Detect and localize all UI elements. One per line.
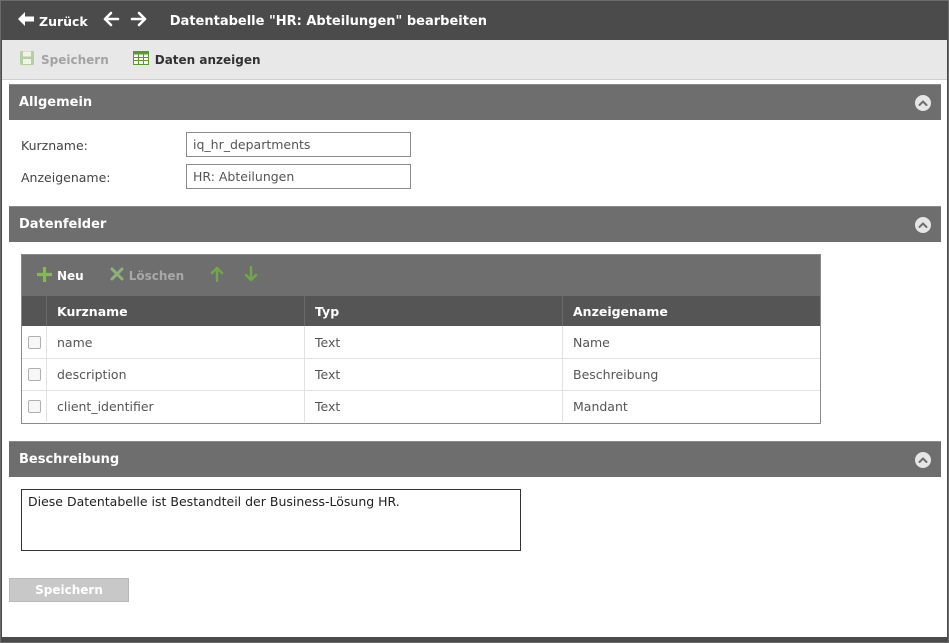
section-title: Beschreibung <box>19 452 120 467</box>
x-icon <box>110 267 124 284</box>
move-down-button[interactable] <box>244 265 258 286</box>
title-bar: Zurück Datentabelle "HR: Abteilungen" be… <box>2 2 947 40</box>
arrow-left-icon <box>17 11 35 31</box>
table-row[interactable]: client_identifier Text Mandant <box>22 390 820 422</box>
collapse-icon[interactable] <box>915 217 931 233</box>
cell-shortname: client_identifier <box>46 391 304 422</box>
section-header-datafields[interactable]: Datenfelder <box>9 206 941 242</box>
column-header-shortname[interactable]: Kurzname <box>46 296 304 326</box>
datafields-grid: Neu Löschen Kurzname Typ Anzeigename nam… <box>21 254 821 424</box>
new-button[interactable]: Neu <box>36 265 84 285</box>
displayname-label: Anzeigename: <box>21 170 111 185</box>
section-header-general[interactable]: Allgemein <box>9 84 941 120</box>
collapse-icon[interactable] <box>915 452 931 468</box>
plus-icon <box>36 265 53 285</box>
back-button[interactable]: Zurück <box>17 11 88 31</box>
cell-shortname: description <box>46 359 304 390</box>
cell-type: Text <box>304 391 562 422</box>
column-header-displayname[interactable]: Anzeigename <box>562 296 820 326</box>
collapse-icon[interactable] <box>915 95 931 111</box>
arrow-down-icon <box>244 265 258 286</box>
displayname-input[interactable] <box>186 164 411 189</box>
history-forward-button[interactable] <box>130 11 148 31</box>
section-title: Allgemein <box>19 95 93 110</box>
save-button[interactable]: Speichern <box>19 50 109 69</box>
move-up-button[interactable] <box>210 266 224 286</box>
row-checkbox[interactable] <box>27 368 41 381</box>
table-row[interactable]: name Text Name <box>22 326 820 358</box>
history-back-button[interactable] <box>102 11 120 31</box>
show-data-button[interactable]: Daten anzeigen <box>132 50 261 69</box>
section-title: Datenfelder <box>19 217 107 232</box>
new-label: Neu <box>57 268 84 283</box>
row-checkbox[interactable] <box>27 335 41 349</box>
content-area: Allgemein Kurzname: Anzeigename: Datenfe… <box>2 80 947 637</box>
header-checkbox-cell <box>22 296 46 326</box>
delete-button[interactable]: Löschen <box>110 267 184 284</box>
main-toolbar: Speichern Daten anzeigen <box>2 40 947 80</box>
row-checkbox[interactable] <box>27 400 41 413</box>
arrow-left-icon <box>102 11 120 31</box>
floppy-disk-icon <box>19 50 35 69</box>
arrow-up-icon <box>210 266 224 286</box>
row-checkbox-cell <box>22 391 46 422</box>
cell-displayname: Beschreibung <box>562 359 820 390</box>
grid-toolbar: Neu Löschen <box>22 255 820 296</box>
shortname-input[interactable] <box>186 132 411 157</box>
footer-save-button[interactable]: Speichern <box>9 578 129 602</box>
cell-displayname: Name <box>562 326 820 358</box>
show-data-label: Daten anzeigen <box>154 52 261 67</box>
grid-header-row: Kurzname Typ Anzeigename <box>22 296 820 326</box>
footer-save-label: Speichern <box>35 583 103 597</box>
delete-label: Löschen <box>128 268 185 283</box>
description-textarea[interactable]: Diese Datentabelle ist Bestandteil der B… <box>21 489 521 551</box>
window-frame: Zurück Datentabelle "HR: Abteilungen" be… <box>0 0 949 643</box>
cell-type: Text <box>304 326 562 358</box>
cell-type: Text <box>304 359 562 390</box>
shortname-label: Kurzname: <box>21 138 88 153</box>
grid-body: name Text Name description Text Beschrei… <box>22 326 820 422</box>
row-checkbox-cell <box>22 359 46 390</box>
table-row[interactable]: description Text Beschreibung <box>22 358 820 390</box>
section-header-description[interactable]: Beschreibung <box>9 441 941 477</box>
table-icon <box>132 50 149 69</box>
back-label: Zurück <box>39 13 88 29</box>
row-checkbox-cell <box>22 326 46 358</box>
cell-shortname: name <box>46 326 304 358</box>
page-title: Datentabelle "HR: Abteilungen" bearbeite… <box>169 13 488 29</box>
column-header-type[interactable]: Typ <box>304 296 562 326</box>
arrow-right-icon <box>130 11 148 31</box>
save-label: Speichern <box>41 52 109 67</box>
cell-displayname: Mandant <box>562 391 820 422</box>
